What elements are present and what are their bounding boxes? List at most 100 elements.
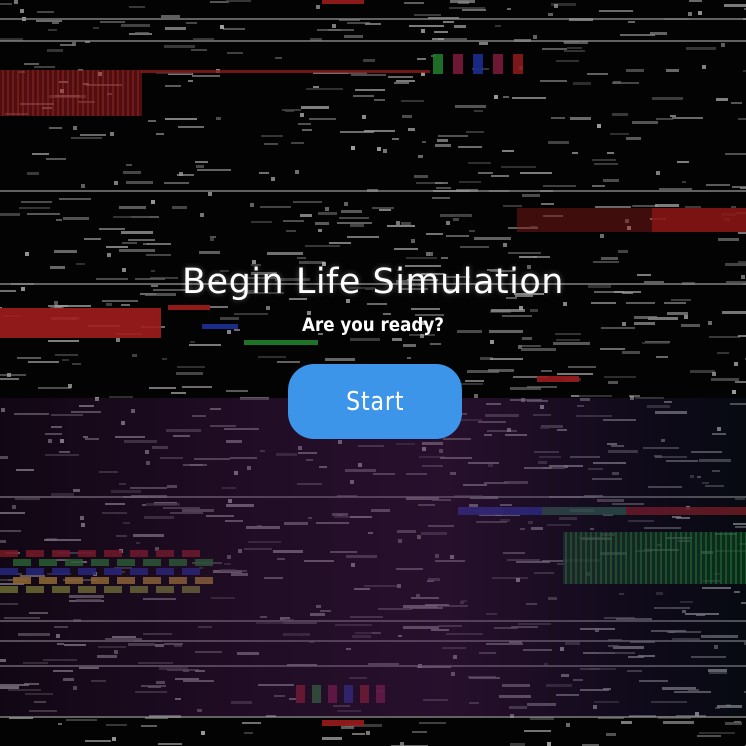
noise-streak (495, 25, 501, 27)
noise-streak (351, 74, 386, 76)
noise-streak (437, 139, 448, 142)
noise-streak (246, 526, 280, 529)
noise-dot (451, 672, 455, 676)
noise-streak (43, 659, 77, 661)
noise-streak (484, 434, 492, 436)
noise-streak (418, 155, 423, 158)
glitch-stripe (715, 532, 717, 584)
noise-dot (398, 539, 402, 543)
scan-line (0, 716, 746, 718)
noise-streak (23, 662, 48, 664)
glitch-stripe (2, 70, 4, 116)
glitch-stripe (52, 70, 54, 116)
noise-streak (354, 588, 370, 590)
noise-dot (600, 234, 604, 238)
noise-streak (21, 201, 52, 203)
noise-streak (34, 66, 55, 68)
noise-streak (603, 179, 619, 182)
glitch-chip (344, 685, 353, 703)
glitch-block (13, 577, 31, 584)
noise-streak (507, 559, 540, 561)
glitch-stripe (132, 70, 134, 116)
noise-streak (469, 677, 500, 679)
noise-streak (487, 430, 517, 432)
noise-streak (260, 616, 267, 618)
glitch-block (52, 568, 70, 575)
noise-streak (289, 698, 296, 700)
noise-streak (548, 141, 569, 144)
noise-dot (362, 115, 366, 119)
noise-streak (368, 663, 399, 665)
noise-streak (702, 482, 709, 484)
noise-dot (116, 338, 120, 342)
noise-streak (258, 356, 286, 358)
glitch-block (52, 586, 70, 593)
noise-streak (441, 257, 448, 259)
noise-streak (206, 515, 234, 517)
scan-line (0, 640, 746, 642)
noise-streak (27, 213, 60, 215)
noise-streak (656, 356, 668, 358)
noise-streak (682, 181, 686, 183)
noise-streak (302, 129, 312, 131)
noise-streak (210, 425, 236, 427)
noise-dot (228, 499, 232, 503)
noise-streak (595, 206, 631, 208)
noise-streak (163, 507, 200, 509)
noise-dot (560, 647, 564, 651)
noise-dot (702, 65, 706, 69)
noise-dot (14, 0, 18, 4)
noise-streak (317, 29, 341, 31)
noise-streak (593, 462, 626, 464)
glitch-block (156, 586, 174, 593)
noise-streak (347, 236, 379, 238)
start-button[interactable]: Start (288, 364, 462, 439)
noise-dot (383, 149, 387, 153)
noise-streak (674, 691, 711, 693)
noise-streak (564, 50, 585, 52)
noise-dot (112, 737, 116, 741)
noise-streak (172, 206, 187, 209)
noise-streak (29, 710, 57, 712)
glitch-block (0, 550, 18, 557)
glitch-block (143, 559, 161, 566)
glitch-stripe (37, 70, 39, 116)
noise-streak (56, 219, 62, 221)
glitch-stripe (585, 532, 587, 584)
noise-streak (304, 560, 334, 562)
noise-dot (494, 95, 498, 99)
noise-streak (492, 577, 528, 579)
noise-streak (408, 128, 415, 131)
noise-streak (450, 472, 456, 475)
noise-streak (182, 509, 214, 512)
noise-streak (548, 597, 557, 600)
glitch-block (195, 559, 213, 566)
noise-streak (297, 483, 322, 485)
noise-streak (412, 731, 427, 733)
noise-dot (146, 461, 150, 465)
noise-streak (25, 693, 53, 695)
noise-dot (266, 306, 270, 310)
noise-dot (417, 535, 421, 539)
noise-streak (701, 635, 738, 638)
noise-streak (478, 172, 493, 174)
noise-streak (63, 678, 74, 681)
noise-streak (556, 60, 579, 62)
noise-streak (666, 69, 679, 72)
noise-streak (17, 357, 41, 359)
noise-streak (178, 126, 204, 128)
noise-streak (533, 414, 551, 416)
noise-streak (199, 251, 220, 254)
noise-streak (432, 499, 451, 501)
noise-streak (397, 530, 416, 533)
noise-streak (690, 370, 715, 373)
noise-streak (571, 395, 579, 397)
noise-dot (554, 4, 558, 8)
noise-streak (688, 689, 699, 691)
noise-dot (366, 731, 370, 735)
noise-streak (109, 396, 133, 398)
noise-streak (608, 381, 618, 384)
noise-streak (522, 194, 540, 197)
noise-streak (130, 487, 167, 489)
noise-streak (450, 0, 475, 3)
